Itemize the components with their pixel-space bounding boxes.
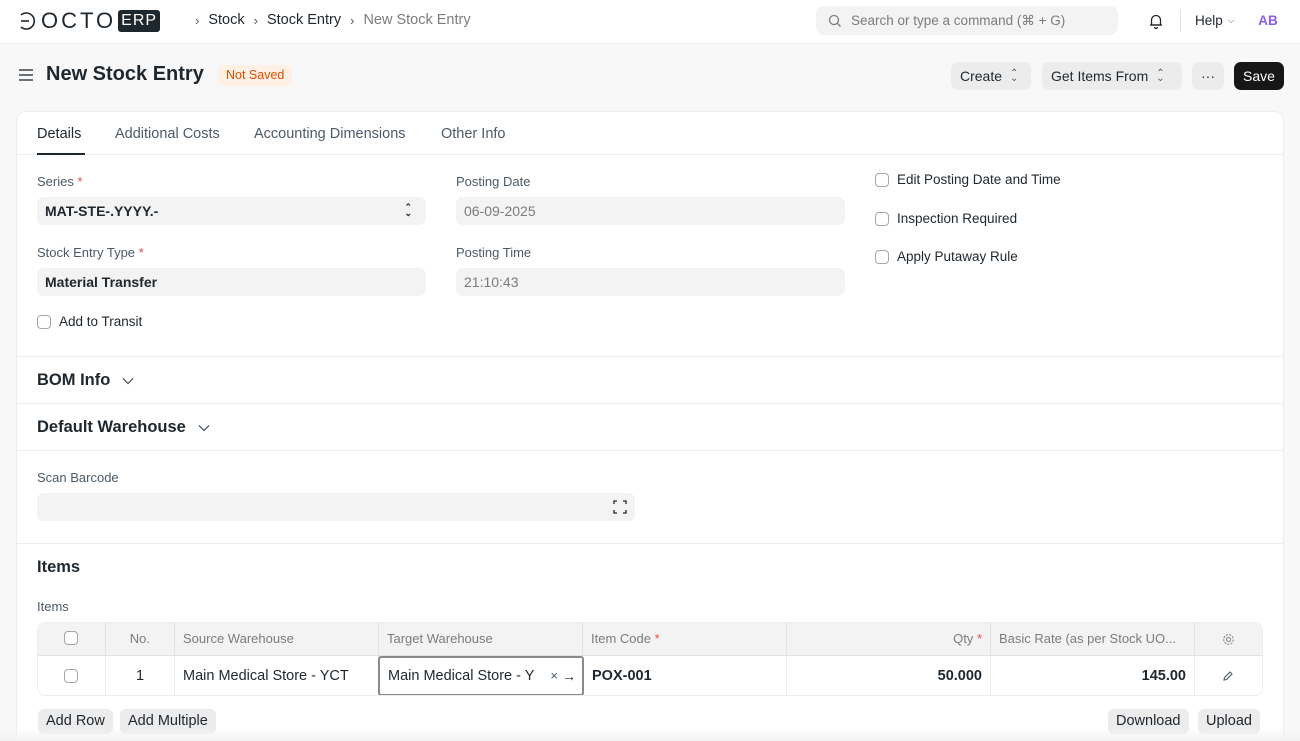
scan-icon bbox=[613, 500, 627, 514]
chevron-right-icon: › bbox=[195, 12, 200, 28]
bell-icon[interactable] bbox=[1147, 12, 1165, 33]
page-title: New Stock Entry bbox=[46, 63, 204, 85]
add-to-transit-label: Add to Transit bbox=[59, 314, 143, 329]
more-actions-button[interactable]: ··· bbox=[1192, 62, 1224, 90]
inspection-required-checkbox[interactable] bbox=[875, 212, 889, 226]
divider bbox=[17, 450, 1283, 451]
posting-time-field[interactable]: 21:10:43 bbox=[456, 268, 845, 296]
up-down-icon: ⌃ ⌄ bbox=[1010, 68, 1019, 84]
help-label: Help bbox=[1195, 13, 1223, 28]
source-warehouse-cell[interactable]: Main Medical Store - YCT bbox=[175, 656, 379, 695]
divider bbox=[17, 403, 1283, 404]
inspection-required-label: Inspection Required bbox=[897, 211, 1018, 226]
table-header: No. Source Warehouse Target Warehouse It… bbox=[38, 623, 1262, 656]
column-header-no: No. bbox=[106, 623, 175, 655]
tab-additional-costs[interactable]: Additional Costs bbox=[115, 126, 220, 142]
scroll-fade bbox=[0, 728, 1300, 741]
stock-entry-type-label: Stock Entry Type * bbox=[37, 245, 144, 260]
breadcrumb-stock-entry[interactable]: Stock Entry bbox=[267, 12, 341, 28]
chevron-down-icon: ⌵ bbox=[1227, 15, 1235, 25]
avatar[interactable]: AB bbox=[1256, 10, 1280, 32]
add-to-transit-checkbox[interactable] bbox=[37, 315, 51, 329]
column-header-basic-rate: Basic Rate (as per Stock UO... bbox=[991, 623, 1195, 655]
form-card: Details Additional Costs Accounting Dime… bbox=[16, 111, 1284, 741]
posting-date-field[interactable]: 06-09-2025 bbox=[456, 197, 845, 225]
qty-cell[interactable]: 50.000 bbox=[787, 656, 991, 695]
row-checkbox[interactable] bbox=[64, 669, 78, 683]
select-all-checkbox[interactable] bbox=[64, 631, 78, 645]
edit-posting-label: Edit Posting Date and Time bbox=[897, 172, 1061, 187]
breadcrumb: › Stock › Stock Entry › New Stock Entry bbox=[186, 12, 471, 28]
chevron-right-icon: › bbox=[253, 12, 258, 28]
logo-mark-icon bbox=[18, 10, 40, 32]
app-logo[interactable]: OCTO ERP bbox=[18, 8, 161, 33]
apply-putaway-label: Apply Putaway Rule bbox=[897, 249, 1018, 264]
top-navbar: OCTO ERP › Stock › Stock Entry › New Sto… bbox=[0, 0, 1300, 44]
create-button[interactable]: Create ⌃ ⌄ bbox=[951, 62, 1031, 90]
logo-badge: ERP bbox=[118, 9, 161, 32]
row-edit-cell bbox=[1195, 656, 1262, 695]
divider bbox=[17, 543, 1283, 544]
status-badge: Not Saved bbox=[218, 65, 293, 86]
series-value: MAT-STE-.YYYY.- bbox=[45, 203, 159, 219]
default-warehouse-title: Default Warehouse bbox=[37, 418, 186, 436]
column-header-qty: Qty * bbox=[787, 623, 991, 655]
edit-pencil-icon[interactable] bbox=[1222, 670, 1234, 682]
column-header-item-code: Item Code * bbox=[583, 623, 787, 655]
divider bbox=[17, 356, 1283, 357]
series-label: Series * bbox=[37, 174, 83, 189]
column-settings-cell bbox=[1195, 623, 1262, 655]
search-input[interactable]: Search or type a command (⌘ + G) bbox=[816, 6, 1118, 35]
save-button[interactable]: Save bbox=[1234, 62, 1284, 90]
logo-text: OCTO bbox=[41, 8, 117, 33]
row-no-cell: 1 bbox=[106, 656, 175, 695]
active-tab-indicator bbox=[37, 153, 85, 155]
scan-barcode-input[interactable] bbox=[37, 493, 635, 521]
up-down-icon: ⌃ ⌄ bbox=[404, 202, 412, 218]
gear-icon[interactable] bbox=[1222, 633, 1235, 646]
sidebar-toggle-icon[interactable] bbox=[18, 68, 34, 85]
posting-time-label: Posting Time bbox=[456, 245, 532, 260]
get-items-from-button[interactable]: Get Items From ⌃ ⌄ bbox=[1042, 62, 1182, 90]
items-table: No. Source Warehouse Target Warehouse It… bbox=[37, 622, 1263, 696]
get-items-from-label: Get Items From bbox=[1051, 68, 1149, 84]
series-select[interactable]: MAT-STE-.YYYY.- ⌃ ⌄ bbox=[37, 197, 426, 225]
breadcrumb-current[interactable]: New Stock Entry bbox=[363, 12, 470, 28]
items-label: Items bbox=[37, 599, 69, 614]
default-warehouse-section-toggle[interactable]: Default Warehouse bbox=[37, 418, 210, 437]
arrow-right-icon[interactable]: → bbox=[562, 658, 576, 694]
edit-posting-checkbox[interactable] bbox=[875, 173, 889, 187]
tab-details[interactable]: Details bbox=[37, 126, 81, 142]
help-menu[interactable]: Help ⌵ bbox=[1195, 13, 1235, 28]
up-down-icon: ⌃ ⌄ bbox=[1156, 68, 1165, 84]
apply-putaway-checkbox[interactable] bbox=[875, 250, 889, 264]
tab-other-info[interactable]: Other Info bbox=[441, 126, 505, 142]
bom-info-section-toggle[interactable]: BOM Info bbox=[37, 371, 134, 390]
basic-rate-cell[interactable]: 145.00 bbox=[991, 656, 1195, 695]
clear-icon[interactable]: × bbox=[550, 658, 558, 694]
tab-accounting-dimensions[interactable]: Accounting Dimensions bbox=[254, 126, 406, 142]
scan-barcode-label: Scan Barcode bbox=[37, 470, 119, 485]
tab-bar: Details Additional Costs Accounting Dime… bbox=[17, 112, 1283, 155]
select-all-cell bbox=[38, 623, 106, 655]
row-select-cell bbox=[38, 656, 106, 695]
table-row[interactable]: 1 Main Medical Store - YCT Main Medical … bbox=[38, 656, 1262, 695]
create-label: Create bbox=[960, 68, 1003, 84]
breadcrumb-stock[interactable]: Stock bbox=[208, 12, 244, 28]
column-header-source-warehouse: Source Warehouse bbox=[175, 623, 379, 655]
chevron-down-icon bbox=[122, 377, 134, 384]
target-warehouse-cell[interactable]: Main Medical Store - Y × → bbox=[378, 656, 584, 695]
search-placeholder: Search or type a command (⌘ + G) bbox=[851, 12, 1066, 28]
chevron-down-icon bbox=[198, 424, 210, 431]
bom-info-title: BOM Info bbox=[37, 371, 111, 389]
item-code-cell[interactable]: POX-001 bbox=[584, 656, 787, 695]
stock-entry-type-field[interactable]: Material Transfer bbox=[37, 268, 426, 296]
chevron-right-icon: › bbox=[350, 12, 355, 28]
items-section-title: Items bbox=[37, 558, 81, 576]
divider bbox=[1180, 10, 1181, 32]
target-warehouse-value: Main Medical Store - Y bbox=[388, 668, 535, 684]
posting-date-label: Posting Date bbox=[456, 174, 531, 189]
column-header-target-warehouse: Target Warehouse bbox=[379, 623, 583, 655]
search-icon bbox=[828, 14, 841, 27]
